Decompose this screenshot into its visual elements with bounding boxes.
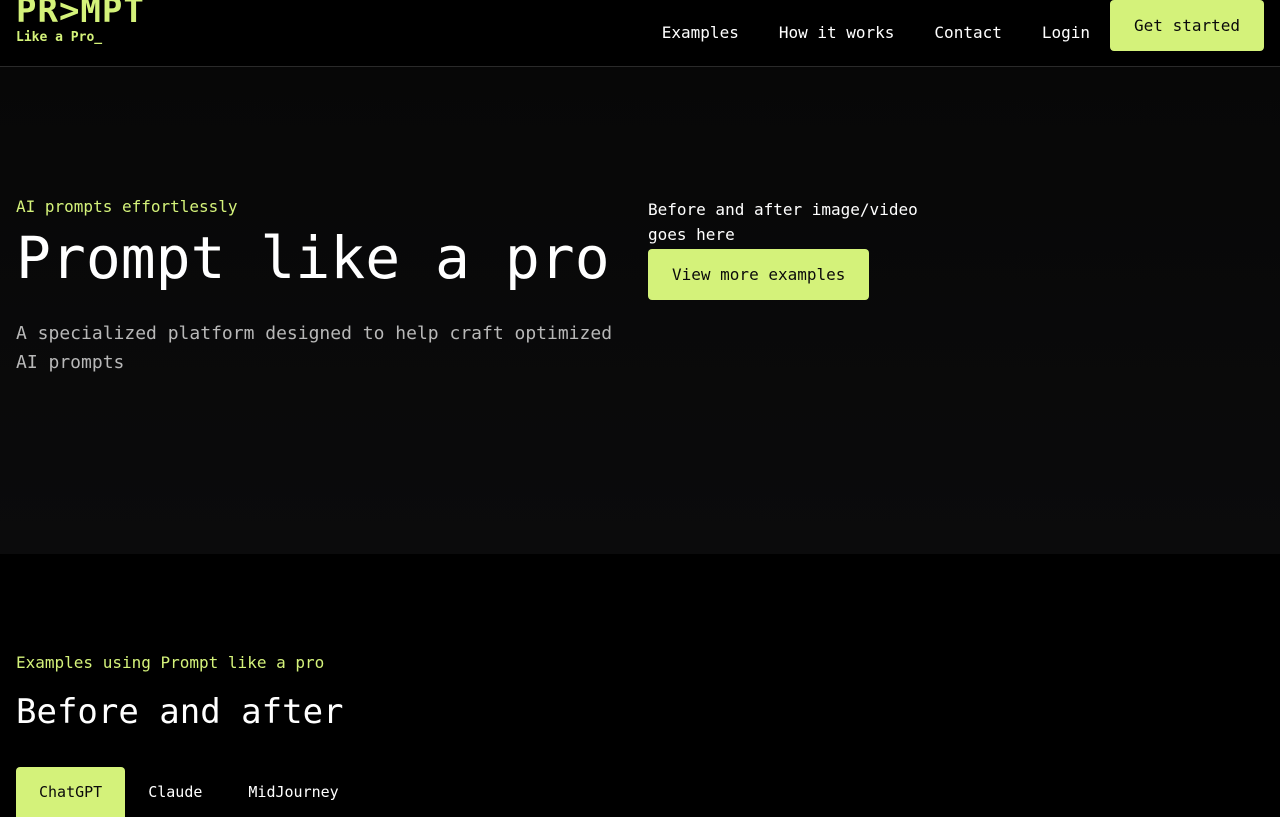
hero-text-block: AI prompts effortlessly Prompt like a pr…	[16, 197, 636, 377]
examples-section: Examples using Prompt like a pro Before …	[0, 554, 1280, 817]
nav-link-contact[interactable]: Contact	[934, 23, 1001, 43]
tab-midjourney[interactable]: MidJourney	[225, 767, 361, 817]
get-started-button[interactable]: Get started	[1110, 0, 1264, 51]
main-nav: Examples How it works Contact Login Get …	[662, 0, 1264, 66]
nav-link-examples[interactable]: Examples	[662, 23, 739, 43]
examples-title: Before and after	[16, 692, 344, 732]
hero-subtitle: A specialized platform designed to help …	[16, 323, 613, 373]
nav-link-how-it-works[interactable]: How it works	[779, 23, 895, 43]
examples-eyebrow: Examples using Prompt like a pro	[16, 653, 325, 672]
site-header: PR>MPT Like a Pro_ Examples How it works…	[0, 0, 1280, 67]
logo-wordmark: PR>MPT	[16, 0, 145, 31]
logo[interactable]: PR>MPT Like a Pro_	[16, 0, 145, 46]
hero-eyebrow: AI prompts effortlessly	[16, 197, 238, 216]
model-tabs: ChatGPT Claude MidJourney	[16, 767, 362, 817]
view-more-examples-button[interactable]: View more examples	[648, 249, 870, 300]
hero-section: AI prompts effortlessly Prompt like a pr…	[0, 67, 1280, 554]
hero-media-block: Before and after image/video goes here V…	[648, 197, 948, 300]
nav-link-login[interactable]: Login	[1042, 23, 1090, 43]
media-placeholder-text: Before and after image/video goes here	[648, 200, 918, 244]
tab-claude[interactable]: Claude	[125, 767, 225, 817]
hero-title: Prompt like a pro	[16, 224, 610, 292]
logo-tagline: Like a Pro_	[16, 30, 103, 45]
tab-chatgpt[interactable]: ChatGPT	[16, 767, 126, 817]
